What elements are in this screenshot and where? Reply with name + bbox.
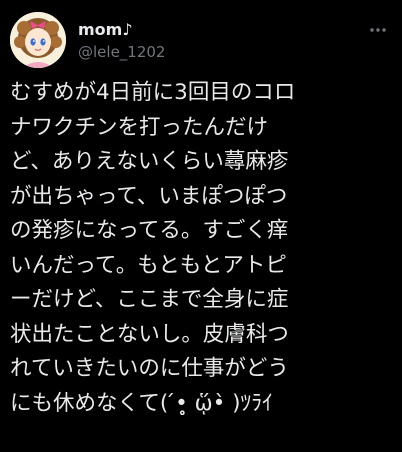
tweet-header: mom♪ @lele_1202 [10, 12, 392, 70]
tweet-text-line: ーだけど、ここまで全身に症 [10, 287, 289, 312]
tweet-text-line: ナワクチンを打ったんだけ [10, 114, 269, 140]
display-name[interactable]: mom♪ [78, 20, 165, 40]
tweet-text-line: 状出たことないし。皮膚科つ [10, 321, 289, 347]
avatar-illustration [10, 12, 66, 68]
tweet-text-line: にも休めなくて( ́•̥̥̥ ᾥ•̀ )ﾂﾗｲ [10, 390, 273, 416]
tweet-text-line: むすめが4日前に3回目のコロ [10, 80, 296, 105]
tweet-text-line: が出ちゃって、いまぽつぽつ [10, 183, 288, 209]
tweet-text: むすめが4日前に3回目のコロ ナワクチンを打ったんだけ ど、ありえないくらい蕁麻… [10, 76, 398, 421]
tweet-text-line: ど、ありえないくらい蕁麻疹 [10, 149, 289, 174]
tweet-text-line: いんだって。もともとアトピ [10, 252, 287, 278]
user-names: mom♪ @lele_1202 [78, 20, 165, 62]
avatar[interactable] [10, 12, 66, 68]
tweet-text-line: れていきたいのに仕事がどう [10, 356, 289, 381]
tweet-text-line: の発疹になってる。すごく痒 [10, 218, 289, 243]
more-horizontal-icon[interactable] [368, 20, 388, 40]
user-handle[interactable]: @lele_1202 [78, 42, 165, 62]
tweet: mom♪ @lele_1202 むすめが4日前に3回目のコロ ナワクチンを打った… [0, 0, 402, 452]
